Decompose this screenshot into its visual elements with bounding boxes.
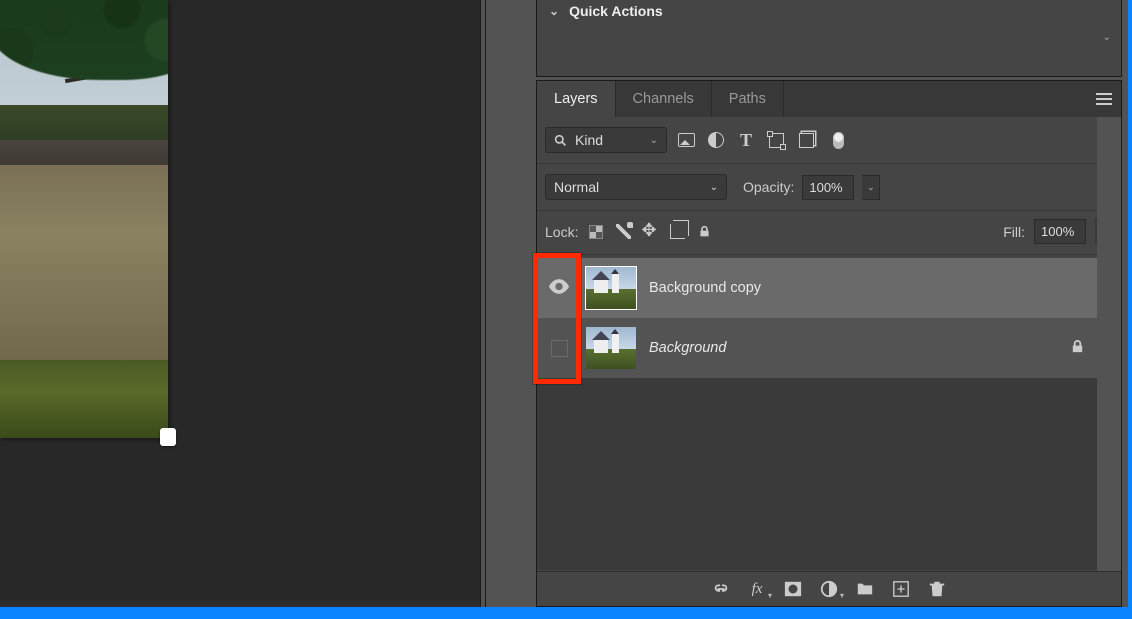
filter-type-icon[interactable]: T [735,130,757,151]
quick-actions-panel: ⌄ Quick Actions ⌄ [536,0,1122,77]
blend-mode-select[interactable]: Normal ⌄ [545,174,727,200]
add-mask-icon[interactable] [784,580,802,598]
layer-row-background-copy[interactable]: Background copy [537,258,1097,318]
panel-tabs: Layers Channels Paths [537,81,1121,117]
lock-label: Lock: [545,224,578,240]
fill-label: Fill: [1003,224,1025,240]
panel-divider[interactable] [480,0,486,607]
tab-paths[interactable]: Paths [712,81,784,117]
filter-pixel-icon[interactable] [675,133,697,147]
layer-visibility-toggle[interactable] [537,318,581,378]
opacity-input[interactable]: 100% [802,175,854,200]
opacity-label: Opacity: [743,179,794,195]
layer-name[interactable]: Background copy [649,280,761,296]
search-icon [554,134,567,147]
photo-content [0,0,168,438]
lock-position-icon[interactable] [641,223,659,241]
quick-actions-header[interactable]: ⌄ Quick Actions [549,3,663,19]
filter-adjustment-icon[interactable] [705,132,727,148]
filter-smartobject-icon[interactable] [795,133,817,148]
canvas-resize-handle[interactable] [160,428,176,446]
window-border-right [1128,0,1132,619]
chevron-down-icon: ⌄ [549,4,559,18]
layer-visibility-toggle[interactable] [537,258,581,318]
new-group-icon[interactable] [856,580,874,598]
new-layer-icon[interactable] [892,580,910,598]
layer-fx-icon[interactable]: fx▾ [748,580,766,598]
layer-thumbnail[interactable] [586,327,636,369]
blend-opacity-row: Normal ⌄ Opacity: 100% ⌄ [537,164,1121,211]
layer-filter-row: Kind ⌄ T [537,117,1121,164]
new-adjustment-icon[interactable]: ▾ [820,580,838,598]
tab-channels[interactable]: Channels [616,81,712,117]
document-photo[interactable] [0,0,168,438]
panels-column: ⌄ Quick Actions ⌄ Layers Channels Paths … [480,0,1128,607]
tab-layers[interactable]: Layers [537,81,616,117]
lock-transparent-icon[interactable] [587,223,605,241]
lock-row: Lock: Fill: 100% ⌄ [537,211,1121,255]
canvas-area[interactable] [0,0,480,600]
layers-bottom-bar: fx▾ ▾ [537,571,1121,606]
layers-panel: Layers Channels Paths Kind ⌄ T [536,80,1122,607]
hamburger-icon [1096,98,1112,100]
layer-lock-icon [1070,339,1085,357]
chevron-down-icon: ⌄ [710,182,718,193]
layer-thumbnail[interactable] [586,267,636,309]
filter-kind-select[interactable]: Kind ⌄ [545,127,667,153]
window-border-bottom [0,607,1132,619]
panel-menu-button[interactable] [1087,81,1121,117]
quick-actions-collapse-icon[interactable]: ⌄ [1103,32,1111,43]
filter-shape-icon[interactable] [765,133,787,148]
delete-layer-icon[interactable] [928,580,946,598]
layer-list: Background copy Background [537,258,1097,570]
quick-actions-title: Quick Actions [569,3,663,19]
filter-toggle[interactable] [825,132,847,149]
chevron-down-icon: ⌄ [650,135,658,146]
eye-icon [548,279,570,297]
visibility-hidden-icon [551,340,568,357]
fill-input[interactable]: 100% [1034,219,1086,244]
lock-artboard-icon[interactable] [668,223,686,241]
opacity-dropdown[interactable]: ⌄ [862,175,880,200]
layer-row-background[interactable]: Background [537,318,1097,378]
layer-name[interactable]: Background [649,340,726,356]
lock-all-icon[interactable] [695,223,713,241]
lock-image-icon[interactable] [614,223,632,241]
link-layers-icon[interactable] [712,580,730,598]
panel-right-gutter [1097,117,1121,571]
